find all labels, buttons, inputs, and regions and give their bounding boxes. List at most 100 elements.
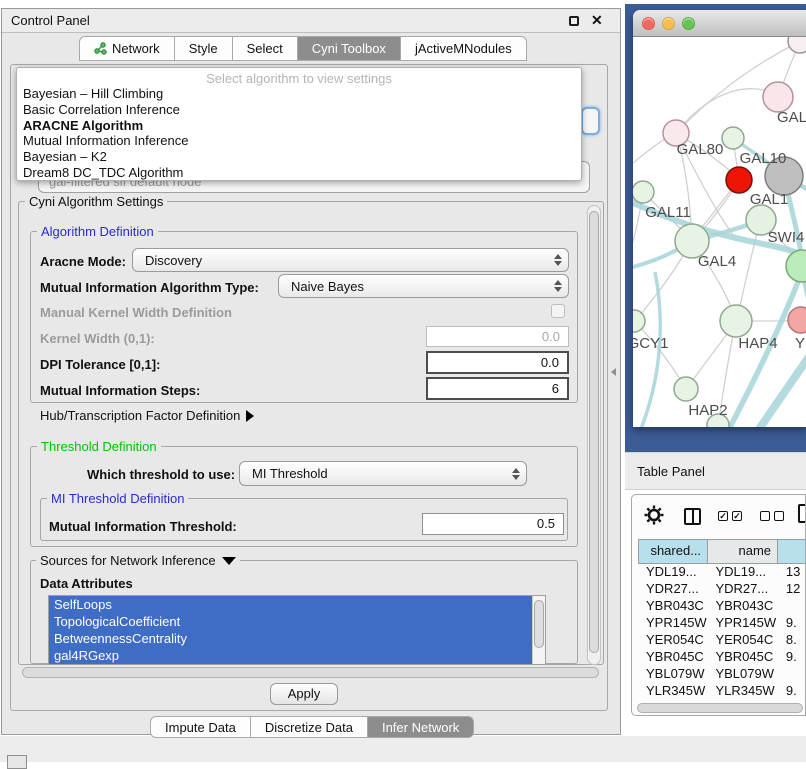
inference-algorithm-combobox-fragment[interactable]	[581, 107, 600, 135]
table-cell[interactable]: YER054C	[638, 632, 707, 649]
combo-arrows-icon	[552, 280, 568, 292]
table-horizontal-scrollbar[interactable]	[637, 703, 803, 713]
algorithm-option[interactable]: ARACNE Algorithm	[17, 118, 581, 134]
splitpane-collapse-arrow[interactable]	[611, 368, 616, 376]
algorithm-option[interactable]: Dream8 DC_TDC Algorithm	[17, 165, 581, 181]
table-row[interactable]: YBR045CYBR045C9.	[638, 649, 806, 666]
checked-box-icon[interactable]: ✓	[718, 511, 728, 521]
sources-expander[interactable]: Sources for Network Inference	[36, 553, 240, 568]
table-cell[interactable]: YBR045C	[638, 649, 707, 666]
node-gal11[interactable]	[633, 181, 654, 203]
float-window-icon[interactable]	[569, 16, 579, 26]
table-cell[interactable]	[778, 598, 806, 615]
node-pink-1[interactable]	[763, 82, 793, 112]
attribute-list-item[interactable]: SelfLoops	[49, 596, 533, 613]
table-cell[interactable]: YBR043C	[707, 598, 777, 615]
table-cell[interactable]: YDL19...	[638, 564, 707, 581]
node-gal10[interactable]	[722, 127, 744, 149]
table-cell[interactable]: YBR045C	[707, 649, 777, 666]
table-cell[interactable]: YBL079W	[638, 666, 707, 683]
table-cell[interactable]: 12	[778, 581, 806, 598]
minimize-traffic-light[interactable]	[662, 17, 675, 30]
table-row[interactable]: YDL19...YDL19...13	[638, 564, 806, 581]
tab-discretize-data[interactable]: Discretize Data	[251, 716, 368, 738]
network-window-titlebar[interactable]	[633, 10, 806, 37]
node-top-partial[interactable]	[788, 37, 806, 53]
algorithm-option[interactable]: Basic Correlation Inference	[17, 102, 581, 118]
node-salmon[interactable]	[788, 307, 806, 333]
table-cell[interactable]: YPR145W	[707, 615, 777, 632]
mi-threshold-field[interactable]: 0.5	[422, 513, 564, 535]
tab-style[interactable]: Style	[175, 36, 233, 61]
node-hap4[interactable]	[720, 305, 752, 337]
attributes-scrollbar[interactable]	[532, 596, 545, 664]
table-cell[interactable]: 9.	[778, 683, 806, 700]
table-cell[interactable]: YBL079W	[707, 666, 777, 683]
table-cell[interactable]: 9.	[778, 615, 806, 632]
node-gal1-red[interactable]	[726, 167, 752, 193]
table-row[interactable]: YBL079WYBL079W	[638, 666, 806, 683]
kernel-width-field: 0.0	[426, 326, 569, 347]
table-cell[interactable]: YDL19...	[707, 564, 777, 581]
algorithm-option[interactable]: Bayesian – Hill Climbing	[17, 86, 581, 102]
table-row[interactable]: YER054CYER054C8.	[638, 632, 806, 649]
network-canvas[interactable]: GAL80GAL10GAL1GAL11SWI4GAL4GCY1HAP4HAP2G…	[633, 37, 806, 427]
table-row[interactable]: YDR27...YDR27...12	[638, 581, 806, 598]
column-header-shared-name[interactable]: shared...	[639, 540, 708, 563]
mi-type-label: Mutual Information Algorithm Type:	[40, 280, 259, 295]
zoom-traffic-light[interactable]	[682, 17, 695, 30]
table-row[interactable]: YBR043CYBR043C	[638, 598, 806, 615]
table-cell[interactable]: YBR043C	[638, 598, 707, 615]
table-cell[interactable]: YER054C	[707, 632, 777, 649]
settings-horizontal-scrollbar[interactable]	[22, 667, 599, 678]
mi-steps-field[interactable]: 6	[426, 377, 569, 400]
column-header-partial[interactable]	[778, 540, 806, 563]
tab-jactivemnodules[interactable]: jActiveMNodules	[401, 36, 527, 61]
close-icon[interactable]: ✕	[591, 12, 603, 29]
tab-impute-data[interactable]: Impute Data	[150, 716, 251, 738]
table-cell[interactable]: YLR345W	[707, 683, 777, 700]
dpi-tolerance-field[interactable]: 0.0	[426, 351, 569, 374]
attribute-list-item[interactable]: TopologicalCoefficient	[49, 613, 533, 630]
hub-factor-expander[interactable]: Hub/Transcription Factor Definition	[40, 408, 254, 423]
algorithm-option[interactable]: Mutual Information Inference	[17, 133, 581, 149]
control-panel-titlebar: Control Panel ✕	[2, 9, 620, 33]
table-row[interactable]: YLR345WYLR345W9.	[638, 683, 806, 700]
close-traffic-light[interactable]	[642, 17, 655, 30]
document-icon[interactable]	[798, 504, 806, 523]
table-cell[interactable]: 8.	[778, 632, 806, 649]
attribute-list-item[interactable]: BetweennessCentrality	[49, 630, 533, 647]
checked-box-icon[interactable]: ✓	[732, 511, 742, 521]
tab-cyni-toolbox[interactable]: Cyni Toolbox	[298, 36, 401, 61]
unchecked-box-icon[interactable]	[774, 511, 784, 521]
settings-vertical-scrollbar[interactable]	[587, 205, 601, 665]
aracne-mode-combobox[interactable]: Discovery	[132, 248, 569, 272]
algorithm-option[interactable]: Bayesian – K2	[17, 149, 581, 165]
settings-vertical-scrollbar-thumb[interactable]	[589, 211, 599, 653]
node-hap2[interactable]	[674, 377, 698, 401]
tab-select[interactable]: Select	[233, 36, 298, 61]
table-cell[interactable]: 13	[778, 564, 806, 581]
node-bright-green[interactable]	[786, 250, 806, 282]
apply-button[interactable]: Apply	[270, 683, 338, 705]
table-cell[interactable]	[778, 666, 806, 683]
minimized-panel-icon[interactable]	[7, 755, 27, 769]
column-header-name[interactable]: name	[708, 540, 778, 563]
table-cell[interactable]: 9.	[778, 649, 806, 666]
table-row[interactable]: YPR145WYPR145W9.	[638, 615, 806, 632]
mi-type-combobox[interactable]: Naive Bayes	[278, 274, 569, 298]
table-cell[interactable]: YLR345W	[638, 683, 707, 700]
which-threshold-combobox[interactable]: MI Threshold	[239, 461, 527, 486]
table-cell[interactable]: YDR27...	[707, 581, 777, 598]
attributes-scrollbar-thumb[interactable]	[534, 600, 544, 648]
attribute-list-item[interactable]: gal4RGexp	[49, 647, 533, 664]
table-cell[interactable]: YDR27...	[638, 581, 707, 598]
tab-network[interactable]: Network	[79, 36, 175, 61]
table-cell[interactable]: YPR145W	[638, 615, 707, 632]
gear-icon[interactable]	[644, 505, 664, 525]
unchecked-box-icon[interactable]	[760, 511, 770, 521]
columns-icon[interactable]	[684, 508, 701, 525]
tab-infer-network[interactable]: Infer Network	[368, 716, 474, 738]
node-gcy1[interactable]	[633, 310, 645, 332]
manual-kernel-label: Manual Kernel Width Definition	[40, 305, 232, 320]
